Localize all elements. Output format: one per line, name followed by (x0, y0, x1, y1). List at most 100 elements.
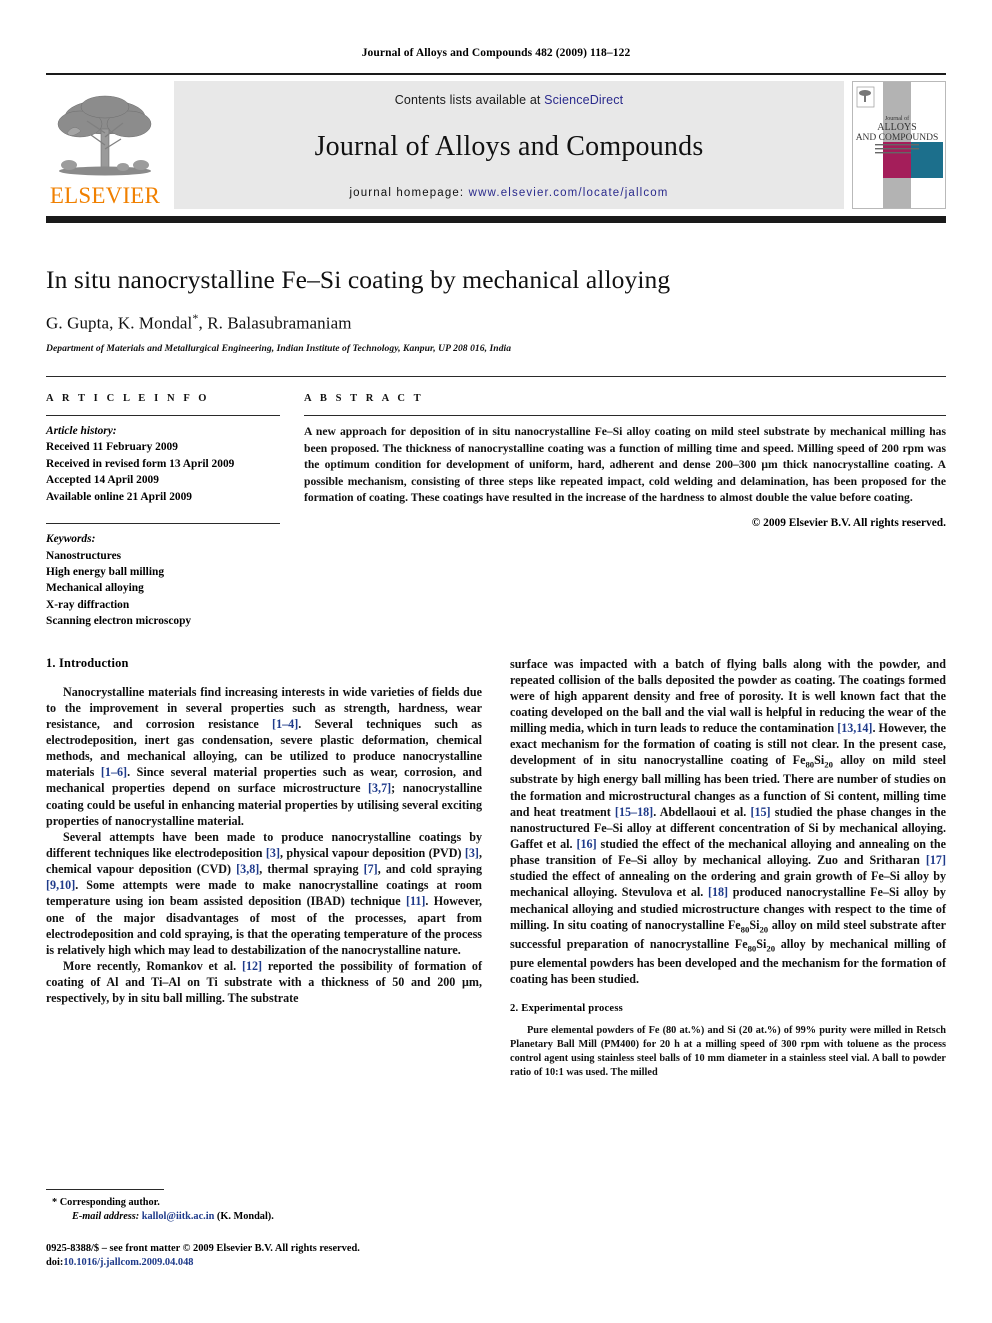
keyword-item: X-ray diffraction (46, 598, 130, 611)
citation-link[interactable]: [7] (364, 862, 378, 876)
author-names-tail: , R. Balasubramaniam (198, 313, 352, 333)
journal-masthead: ELSEVIER Contents lists available at Sci… (46, 73, 946, 209)
title-block: In situ nanocrystalline Fe–Si coating by… (46, 265, 946, 354)
info-abstract-region: A R T I C L E I N F O Article history: R… (46, 375, 946, 630)
text-run: , physical vapour deposition (PVD) (279, 846, 465, 861)
body-column-right: surface was impacted with a batch of fly… (510, 656, 946, 1081)
article-history-group: Article history: Received 11 February 20… (46, 423, 280, 505)
citation-link[interactable]: [17] (926, 853, 946, 867)
cover-art: Journal of ALLOYS AND COMPOUNDS (853, 82, 943, 208)
footnote-rule (46, 1189, 164, 1191)
issn-copyright-block: 0925-8388/$ – see front matter © 2009 El… (46, 1242, 486, 1271)
subscript: 20 (766, 943, 776, 954)
journal-banner: Contents lists available at ScienceDirec… (174, 81, 844, 209)
abstract-column: A B S T R A C T A new approach for depos… (304, 393, 946, 630)
email-link[interactable]: kallol@iitk.ac.in (142, 1211, 215, 1222)
keywords-group: Keywords: Nanostructures High energy bal… (46, 531, 280, 630)
abstract-text: A new approach for deposition of in situ… (304, 424, 946, 505)
history-item: Received 11 February 2009 (46, 441, 178, 454)
text-run: Si (814, 753, 825, 768)
abstract-copyright: © 2009 Elsevier B.V. All rights reserved… (751, 516, 946, 529)
citation-link[interactable]: [1–4] (272, 717, 298, 731)
doi-link[interactable]: 10.1016/j.jallcom.2009.04.048 (63, 1257, 193, 1268)
article-info-rule (46, 414, 280, 416)
citation-link[interactable]: [3] (465, 846, 479, 860)
affiliation: Department of Materials and Metallurgica… (46, 342, 512, 354)
citation-link[interactable]: [15–18] (615, 805, 653, 819)
journal-cover-thumbnail: Journal of ALLOYS AND COMPOUNDS (852, 81, 946, 209)
citation-link[interactable]: [12] (242, 959, 262, 973)
keyword-item: Nanostructures (46, 549, 122, 562)
paragraph-intro-3: More recently, Romankov et al. [12] repo… (46, 958, 482, 1006)
citation-link[interactable]: [3,7] (368, 781, 391, 795)
citation-link[interactable]: [18] (708, 885, 728, 899)
journal-homepage-link[interactable]: www.elsevier.com/locate/jallcom (469, 187, 669, 199)
contents-lists-line: Contents lists available at ScienceDirec… (395, 93, 623, 107)
footnote-star: * (52, 1197, 58, 1209)
journal-homepage-line: journal homepage: www.elsevier.com/locat… (349, 187, 668, 199)
section-heading-experimental: 2. Experimental process (510, 1003, 623, 1015)
author-list: G. Gupta, K. Mondal*, R. Balasubramaniam (46, 311, 946, 334)
article-info-heading: A R T I C L E I N F O (46, 392, 210, 404)
citation-link[interactable]: [1–6] (101, 765, 127, 779)
homepage-prefix: journal homepage: (349, 186, 469, 199)
citation-link[interactable]: [11] (406, 894, 425, 908)
subscript: 80 (805, 759, 815, 770)
keyword-item: Scanning electron microscopy (46, 615, 192, 628)
svg-text:Journal of: Journal of (885, 115, 909, 122)
email-owner: (K. Mondal). (214, 1211, 274, 1223)
doi-label: doi: (46, 1257, 64, 1269)
subscript: 20 (759, 924, 769, 935)
keyword-item: Mechanical alloying (46, 582, 144, 595)
keywords-rule (46, 523, 280, 525)
subscript: 20 (824, 759, 833, 770)
article-history-label: Article history: (46, 424, 117, 437)
elsevier-logo: ELSEVIER (46, 81, 164, 209)
issn-line: 0925-8388/$ – see front matter © 2009 El… (46, 1242, 360, 1254)
doi-line: doi:10.1016/j.jallcom.2009.04.048 (46, 1256, 486, 1271)
journal-title: Journal of Alloys and Compounds (314, 130, 704, 162)
svg-text:ALLOYS: ALLOYS (877, 122, 916, 133)
text-run: , thermal spraying (259, 862, 364, 877)
text-run: More recently, Romankov et al. (63, 959, 242, 973)
article-body: 1. Introduction Nanocrystalline material… (46, 656, 946, 1081)
sciencedirect-link[interactable]: ScienceDirect (544, 93, 623, 107)
svg-text:AND COMPOUNDS: AND COMPOUNDS (856, 133, 939, 143)
abstract-heading: A B S T R A C T (304, 392, 424, 404)
citation-link[interactable]: [3] (266, 846, 280, 860)
text-run: Si (756, 936, 767, 951)
author-names-lead: G. Gupta, K. Mondal (46, 313, 193, 333)
citation-link[interactable]: [16] (576, 837, 596, 851)
article-info-column: A R T I C L E I N F O Article history: R… (46, 393, 304, 630)
abstract-rule (304, 414, 946, 416)
history-item: Available online 21 April 2009 (46, 490, 192, 503)
keyword-item: High energy ball milling (46, 565, 165, 578)
running-head: Journal of Alloys and Compounds 482 (200… (361, 47, 631, 59)
email-label: E-mail address: (72, 1211, 140, 1223)
section-heading-introduction: 1. Introduction (46, 655, 129, 670)
footnote-area: * Corresponding author. E-mail address: … (46, 1189, 486, 1271)
citation-link[interactable]: [15] (750, 805, 770, 819)
citation-link[interactable]: [3,8] (236, 862, 259, 876)
keywords-label: Keywords: (46, 533, 96, 546)
text-run: , and cold spraying (377, 862, 483, 877)
paragraph-intro-1: Nanocrystalline materials find increasin… (46, 684, 482, 829)
text-run: . Abdellaoui et al. (653, 804, 751, 819)
paragraph-right-1: surface was impacted with a batch of fly… (510, 656, 946, 987)
corresponding-author-note: * Corresponding author. (46, 1196, 486, 1210)
history-item: Accepted 14 April 2009 (46, 474, 159, 487)
elsevier-wordmark: ELSEVIER (49, 183, 161, 208)
body-column-left: 1. Introduction Nanocrystalline material… (46, 656, 482, 1081)
paper-page: Journal of Alloys and Compounds 482 (200… (0, 0, 992, 1323)
text-run: Si (749, 917, 760, 932)
paragraph-intro-2: Several attempts have been made to produ… (46, 829, 482, 958)
citation-link[interactable]: [9,10] (46, 878, 75, 892)
masthead-divider (46, 216, 946, 223)
elsevier-tree-icon (57, 95, 152, 176)
history-item: Received in revised form 13 April 2009 (46, 457, 235, 470)
contents-prefix: Contents lists available at (394, 93, 545, 107)
page-title: In situ nanocrystalline Fe–Si coating by… (46, 265, 671, 294)
paragraph-experimental-1: Pure elemental powders of Fe (80 at.%) a… (510, 1025, 946, 1079)
subscript: 80 (747, 943, 757, 954)
citation-link[interactable]: [13,14] (837, 721, 872, 735)
